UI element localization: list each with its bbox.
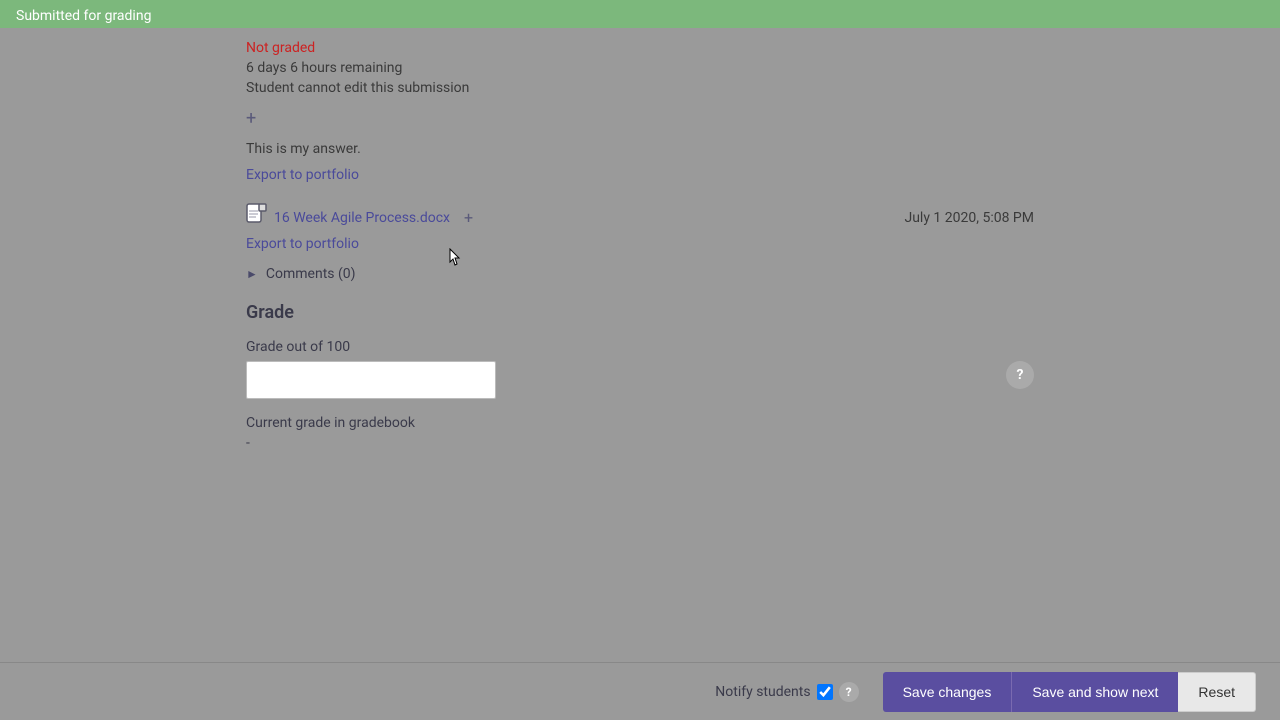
file-name-link[interactable]: 16 Week Agile Process.docx (274, 210, 450, 226)
file-doc-icon (246, 203, 268, 232)
file-add-icon[interactable]: + (464, 208, 473, 227)
time-remaining: 6 days 6 hours remaining (246, 60, 1034, 76)
current-grade-value: - (246, 435, 1034, 451)
bottom-bar: Notify students ? Save changes Save and … (0, 662, 1280, 720)
export-portfolio-link-2[interactable]: Export to portfolio (246, 236, 1034, 252)
comments-arrow-icon: ► (246, 267, 258, 281)
grade-input[interactable] (246, 361, 496, 399)
content-area: Not graded 6 days 6 hours remaining Stud… (0, 28, 1280, 662)
grade-input-row: ? (246, 361, 1034, 399)
notify-help-icon[interactable]: ? (839, 682, 859, 702)
notify-students-label: Notify students (715, 684, 810, 700)
file-date: July 1 2020, 5:08 PM (904, 210, 1034, 226)
file-icon-area: 16 Week Agile Process.docx + (246, 203, 473, 232)
grade-help-icon[interactable]: ? (1006, 361, 1034, 389)
answer-text: This is my answer. (246, 141, 1034, 157)
file-row: 16 Week Agile Process.docx + July 1 2020… (246, 203, 1034, 232)
export-portfolio-link-1[interactable]: Export to portfolio (246, 167, 359, 183)
notify-students-area: Notify students ? (715, 682, 858, 702)
comments-row[interactable]: ► Comments (0) (246, 266, 1034, 282)
grade-out-label: Grade out of 100 (246, 339, 1034, 355)
notify-students-checkbox[interactable] (817, 684, 833, 700)
grade-heading: Grade (246, 302, 1034, 323)
current-grade-label: Current grade in gradebook (246, 415, 1034, 431)
main-content: Submitted for grading Not graded 6 days … (0, 0, 1280, 720)
submitted-text: Submitted for grading (16, 8, 151, 24)
add-icon[interactable]: + (246, 108, 1034, 129)
save-show-next-button[interactable]: Save and show next (1011, 672, 1178, 712)
not-graded-status: Not graded (246, 40, 1034, 56)
comments-label: Comments (0) (266, 266, 356, 282)
reset-button[interactable]: Reset (1178, 672, 1256, 712)
grade-section: Grade Grade out of 100 ? Current grade i… (246, 302, 1034, 451)
save-changes-button[interactable]: Save changes (883, 672, 1012, 712)
edit-status: Student cannot edit this submission (246, 80, 1034, 96)
